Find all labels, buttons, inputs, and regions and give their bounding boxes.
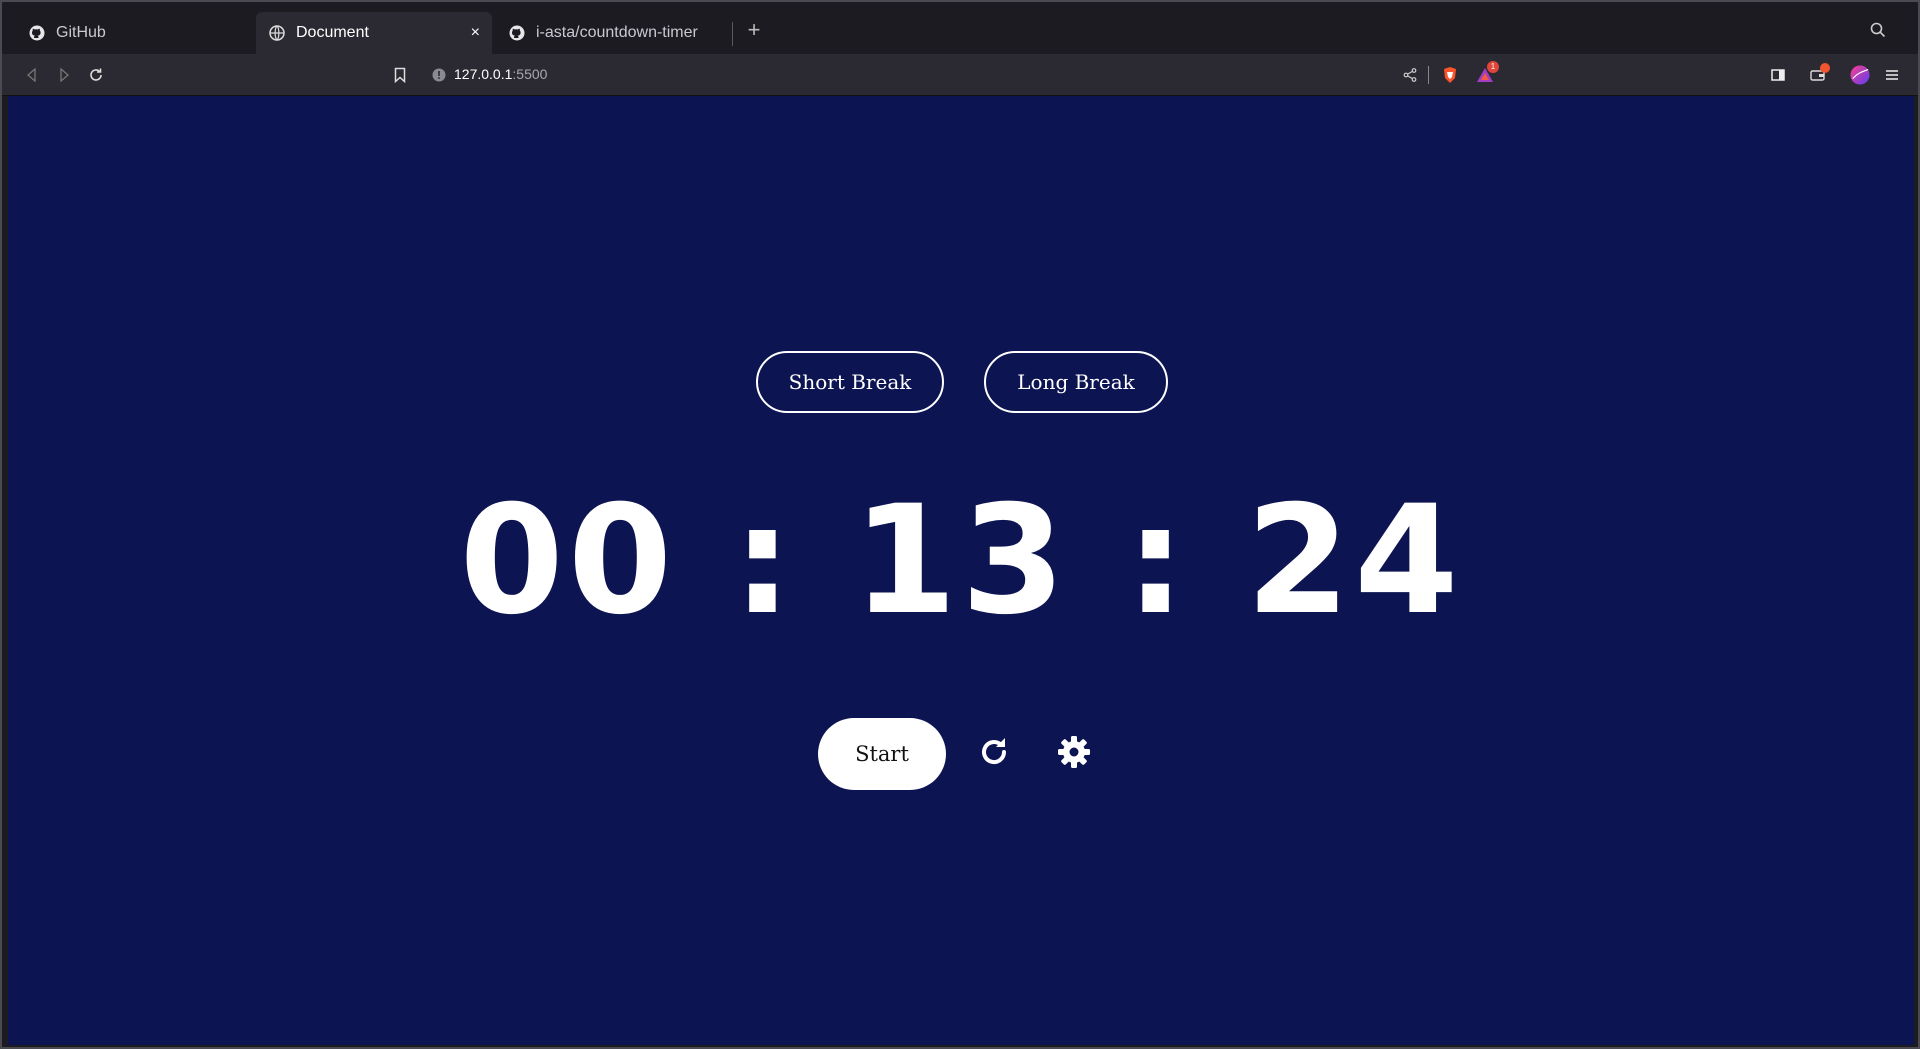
- github-icon: [508, 24, 526, 42]
- wallet-icon[interactable]: [1808, 63, 1830, 85]
- tab-label: i-asta/countdown-timer: [536, 24, 698, 41]
- wallet-badge: [1820, 63, 1830, 73]
- browser-window: GitHub Document × i-asta/countdown-timer…: [0, 0, 1920, 1049]
- github-icon: [28, 24, 46, 42]
- tab-countdown-repo[interactable]: i-asta/countdown-timer: [496, 12, 732, 54]
- forward-icon[interactable]: [54, 65, 74, 85]
- tab-document[interactable]: Document ×: [256, 12, 492, 54]
- profile-avatar-icon[interactable]: [1850, 65, 1870, 85]
- short-break-button[interactable]: Short Break: [756, 351, 944, 413]
- share-icon[interactable]: [1400, 65, 1420, 85]
- tab-label: Document: [296, 24, 369, 41]
- tab-search-icon[interactable]: [1870, 22, 1888, 40]
- tab-separator: [732, 22, 733, 46]
- brave-rewards-icon[interactable]: 1: [1475, 61, 1499, 85]
- close-tab-icon[interactable]: ×: [471, 24, 480, 42]
- navigation-toolbar: 127.0.0.1:5500 1: [2, 54, 1918, 96]
- reload-icon[interactable]: [86, 65, 106, 85]
- brave-shields-icon[interactable]: [1440, 65, 1460, 85]
- tab-github[interactable]: GitHub: [16, 12, 252, 54]
- timer-display: 00 : 13 : 24: [459, 474, 1463, 648]
- tab-strip: GitHub Document × i-asta/countdown-timer…: [2, 2, 1918, 54]
- address-bar[interactable]: 127.0.0.1:5500: [454, 66, 547, 82]
- countdown-page: Short Break Long Break 00 : 13 : 24 Star…: [8, 96, 1914, 1045]
- bookmark-icon[interactable]: [390, 65, 410, 85]
- start-button[interactable]: Start: [818, 718, 946, 790]
- toolbar-divider: [1428, 66, 1429, 84]
- globe-icon: [268, 24, 286, 42]
- url-host: 127.0.0.1: [454, 66, 513, 82]
- rewards-badge: 1: [1487, 61, 1499, 73]
- long-break-button[interactable]: Long Break: [984, 351, 1168, 413]
- back-icon[interactable]: [22, 65, 42, 85]
- menu-icon[interactable]: [1882, 65, 1902, 85]
- new-tab-button[interactable]: +: [744, 18, 764, 42]
- sidebar-toggle-icon[interactable]: [1768, 65, 1788, 85]
- settings-gear-icon[interactable]: [1054, 732, 1094, 772]
- tab-label: GitHub: [56, 24, 106, 41]
- site-info-icon[interactable]: [429, 65, 449, 85]
- reset-icon[interactable]: [974, 732, 1014, 772]
- url-port: :5500: [512, 66, 548, 82]
